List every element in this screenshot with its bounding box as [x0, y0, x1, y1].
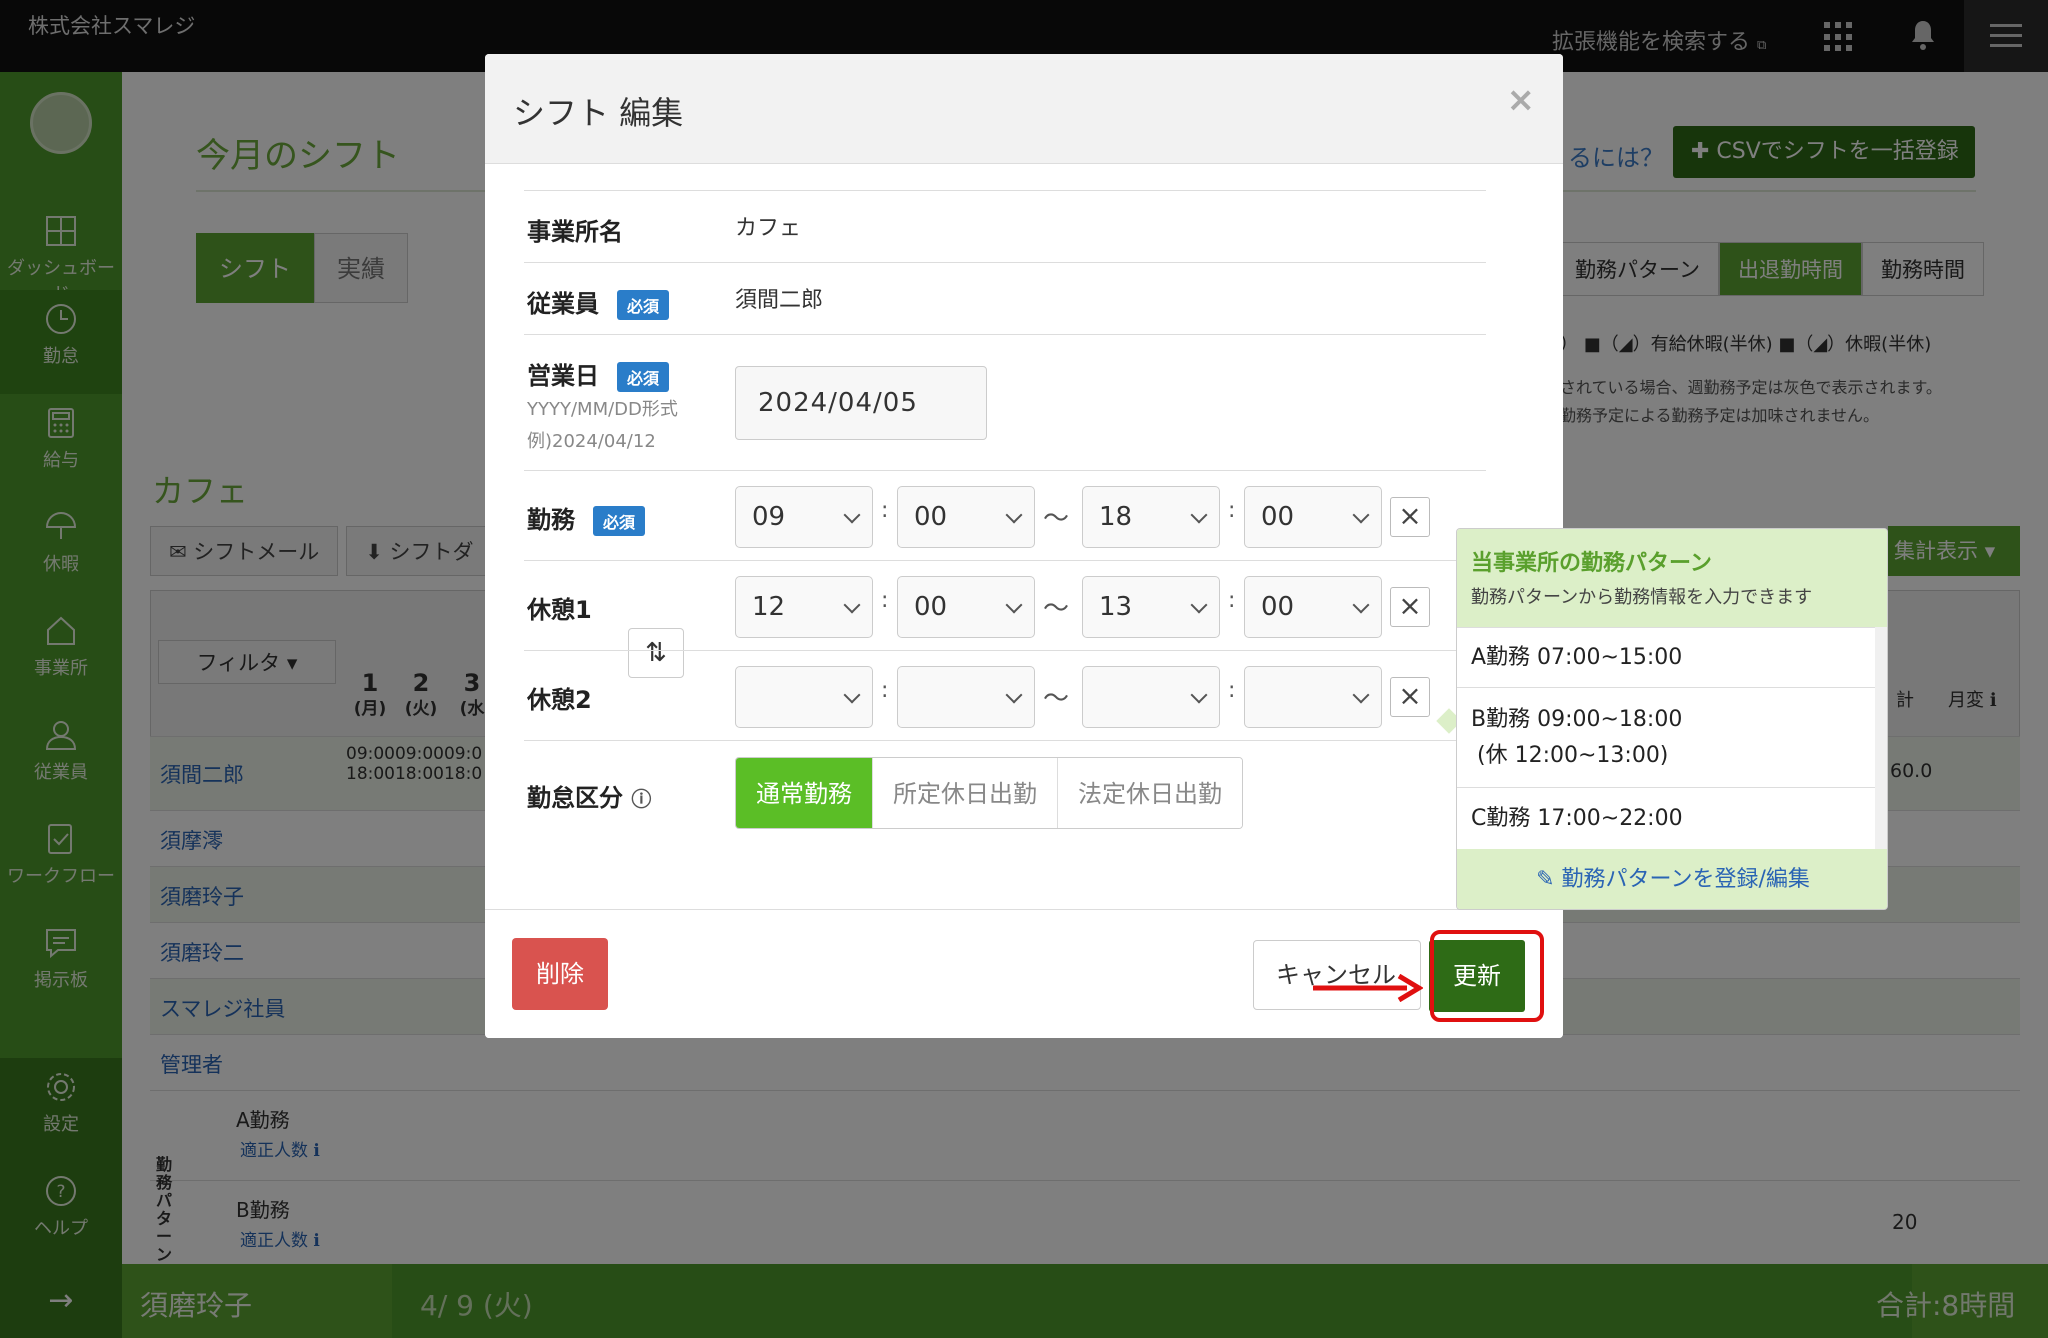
popover-header: 当事業所の勤務パターン 勤務パターンから勤務情報を入力できます: [1457, 529, 1887, 627]
clear-break2-icon[interactable]: ×: [1390, 677, 1430, 717]
office-value: カフェ: [735, 216, 802, 241]
pattern-option[interactable]: B勤務 09:00~18:00 (休 12:00~13:00): [1457, 687, 1877, 787]
range-tilde: 〜: [1043, 504, 1070, 534]
office-label: 事業所名: [527, 218, 623, 246]
option-scheduled-holiday-work[interactable]: 所定休日出勤: [872, 758, 1057, 828]
date-label: 営業日 必須: [527, 356, 670, 392]
info-icon[interactable]: ⓘ: [631, 787, 651, 811]
arrow-right-icon: [1313, 974, 1423, 1002]
time-colon: :: [881, 588, 889, 613]
work-pattern-popover: 当事業所の勤務パターン 勤務パターンから勤務情報を入力できます A勤務 07:0…: [1456, 528, 1888, 910]
work-start-minute-select[interactable]: 00: [897, 486, 1035, 548]
work-start-hour-select[interactable]: 09: [735, 486, 873, 548]
clear-work-icon[interactable]: ×: [1390, 497, 1430, 537]
range-tilde: 〜: [1043, 594, 1070, 624]
time-colon: :: [1228, 588, 1236, 613]
time-colon: :: [1228, 678, 1236, 703]
pattern-option-label: A勤務 07:00~15:00: [1471, 645, 1683, 670]
modal-header: シフト 編集 ×: [485, 54, 1563, 164]
clear-break1-icon[interactable]: ×: [1390, 587, 1430, 627]
form-row-office: [524, 190, 1486, 262]
break1-start-hour-select[interactable]: 12: [735, 576, 873, 638]
work-end-minute-select[interactable]: 00: [1244, 486, 1382, 548]
work-end-hour-select[interactable]: 18: [1082, 486, 1220, 548]
attendance-type-label-text: 勤怠区分: [527, 784, 623, 812]
time-colon: :: [881, 678, 889, 703]
break2-start-minute-select[interactable]: [897, 666, 1035, 728]
date-input[interactable]: 2024/04/05: [735, 366, 987, 440]
pattern-option-label: C勤務 17:00~22:00: [1471, 806, 1683, 831]
pattern-option[interactable]: C勤務 17:00~22:00: [1457, 787, 1877, 849]
close-icon[interactable]: ×: [1507, 80, 1536, 120]
popover-title: 当事業所の勤務パターン: [1471, 551, 1712, 576]
break2-end-minute-select[interactable]: [1244, 666, 1382, 728]
option-legal-holiday-work[interactable]: 法定休日出勤: [1057, 758, 1242, 828]
break1-end-hour-select[interactable]: 13: [1082, 576, 1220, 638]
date-example-hint: 例)2024/04/12: [527, 431, 656, 452]
modal-title: シフト 編集: [513, 94, 684, 132]
edit-patterns-link[interactable]: ✎ 勤務パターンを登録/編集: [1457, 849, 1887, 909]
popover-subtitle: 勤務パターンから勤務情報を入力できます: [1471, 587, 1813, 608]
time-colon: :: [881, 498, 889, 523]
break1-start-minute-select[interactable]: 00: [897, 576, 1035, 638]
break1-label: 休憩1: [527, 596, 592, 624]
break2-label: 休憩2: [527, 686, 592, 714]
option-normal-work[interactable]: 通常勤務: [736, 758, 872, 828]
pattern-option-label: B勤務 09:00~18:00: [1471, 707, 1683, 732]
pattern-option-break: (休 12:00~13:00): [1477, 743, 1669, 768]
pattern-option[interactable]: A勤務 07:00~15:00: [1457, 627, 1877, 687]
employee-label-text: 従業員: [527, 290, 599, 318]
date-format-hint: YYYY/MM/DD形式: [527, 399, 678, 420]
break1-end-minute-select[interactable]: 00: [1244, 576, 1382, 638]
modal-footer: 削除 キャンセル 更新: [485, 909, 1563, 1038]
delete-button[interactable]: 削除: [512, 938, 608, 1010]
employee-label: 従業員 必須: [527, 284, 670, 320]
required-badge: 必須: [593, 506, 646, 536]
popover-scrollbar[interactable]: [1875, 627, 1887, 849]
employee-value: 須間二郎: [735, 288, 824, 313]
break2-start-hour-select[interactable]: [735, 666, 873, 728]
shift-edit-modal: シフト 編集 × 事業所名 カフェ 従業員 必須 須間二郎 営業日 必須 YYYY/…: [485, 54, 1563, 1038]
range-tilde: 〜: [1043, 684, 1070, 714]
date-label-text: 営業日: [527, 362, 599, 390]
required-badge: 必須: [617, 362, 670, 392]
break2-end-hour-select[interactable]: [1082, 666, 1220, 728]
required-badge: 必須: [617, 290, 670, 320]
attendance-type-toggle: 通常勤務 所定休日出勤 法定休日出勤: [735, 757, 1243, 829]
work-label-text: 勤務: [527, 506, 575, 534]
time-colon: :: [1228, 498, 1236, 523]
work-label: 勤務 必須: [527, 500, 646, 536]
highlight-box: [1430, 930, 1544, 1022]
attendance-type-label: 勤怠区分 ⓘ: [527, 778, 651, 813]
